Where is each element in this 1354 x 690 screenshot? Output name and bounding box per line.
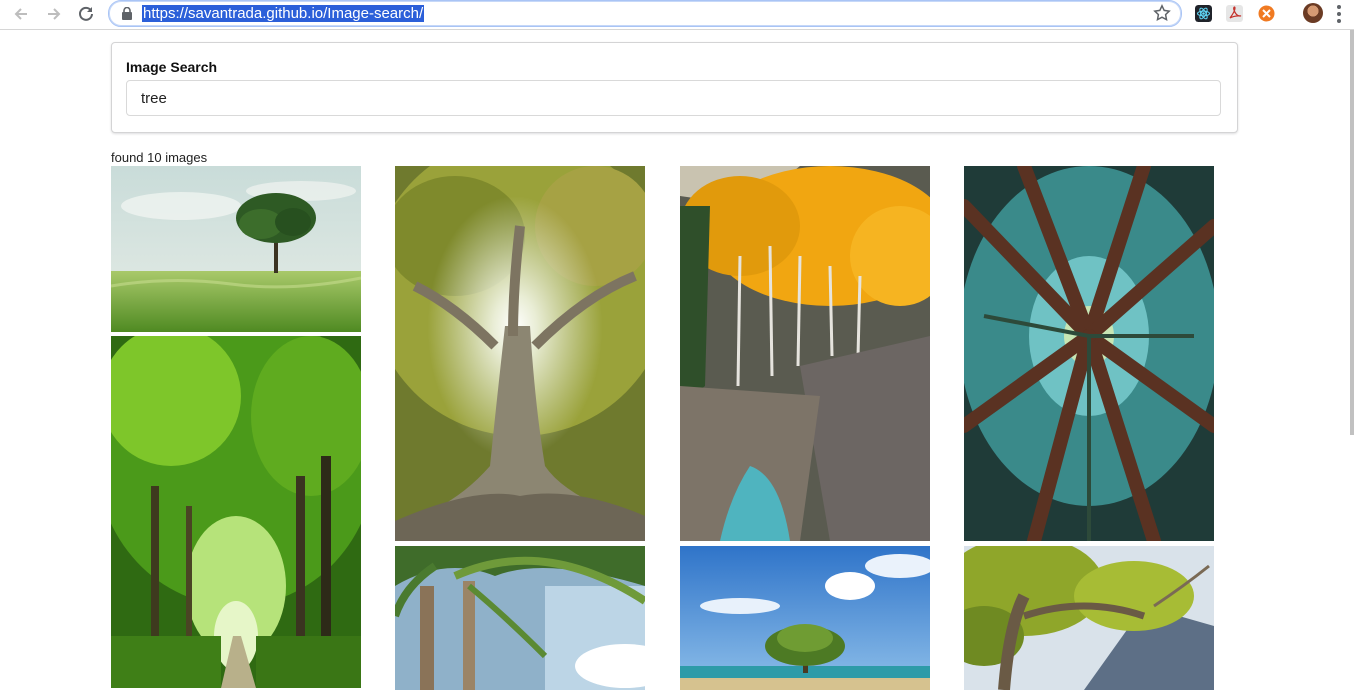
result-image[interactable]	[680, 546, 930, 690]
react-devtools-extension-icon[interactable]	[1195, 5, 1212, 22]
result-image[interactable]	[964, 546, 1214, 690]
arrow-left-icon	[14, 8, 27, 20]
blocker-extension-icon[interactable]	[1258, 5, 1275, 22]
reload-icon	[79, 6, 93, 21]
image-palm-trees	[395, 546, 645, 690]
search-label: Image Search	[126, 59, 218, 75]
back-button[interactable]	[10, 3, 32, 25]
image-golden-aspens	[680, 166, 930, 541]
results-count: found 10 images	[111, 150, 208, 165]
result-image[interactable]	[680, 166, 930, 541]
search-input[interactable]	[126, 80, 1221, 116]
bookmark-star-icon[interactable]	[1153, 4, 1171, 22]
arrow-right-icon	[48, 8, 61, 20]
lock-icon	[122, 7, 132, 20]
search-card: Image Search	[111, 42, 1238, 133]
result-image[interactable]	[111, 336, 361, 688]
address-bar[interactable]: https://savantrada.github.io/Image-searc…	[108, 0, 1182, 27]
browser-toolbar: https://savantrada.github.io/Image-searc…	[0, 0, 1354, 30]
reload-button[interactable]	[75, 3, 97, 25]
image-leafy-tree-mountain	[964, 546, 1214, 690]
image-green-tunnel	[111, 336, 361, 688]
image-giant-ficus	[395, 166, 645, 541]
url-text[interactable]: https://savantrada.github.io/Image-searc…	[142, 5, 425, 22]
result-image[interactable]	[111, 166, 361, 332]
forward-button[interactable]	[43, 3, 65, 25]
page-scrollbar[interactable]	[1350, 30, 1354, 435]
browser-menu-icon[interactable]	[1336, 5, 1342, 23]
result-image[interactable]	[395, 166, 645, 541]
pdf-extension-icon[interactable]	[1226, 5, 1243, 22]
profile-avatar[interactable]	[1303, 3, 1323, 23]
image-beach-tree	[680, 546, 930, 690]
image-redwood-canopy	[964, 166, 1214, 541]
result-image[interactable]	[964, 166, 1214, 541]
image-tree-field	[111, 166, 361, 332]
result-image[interactable]	[395, 546, 645, 690]
